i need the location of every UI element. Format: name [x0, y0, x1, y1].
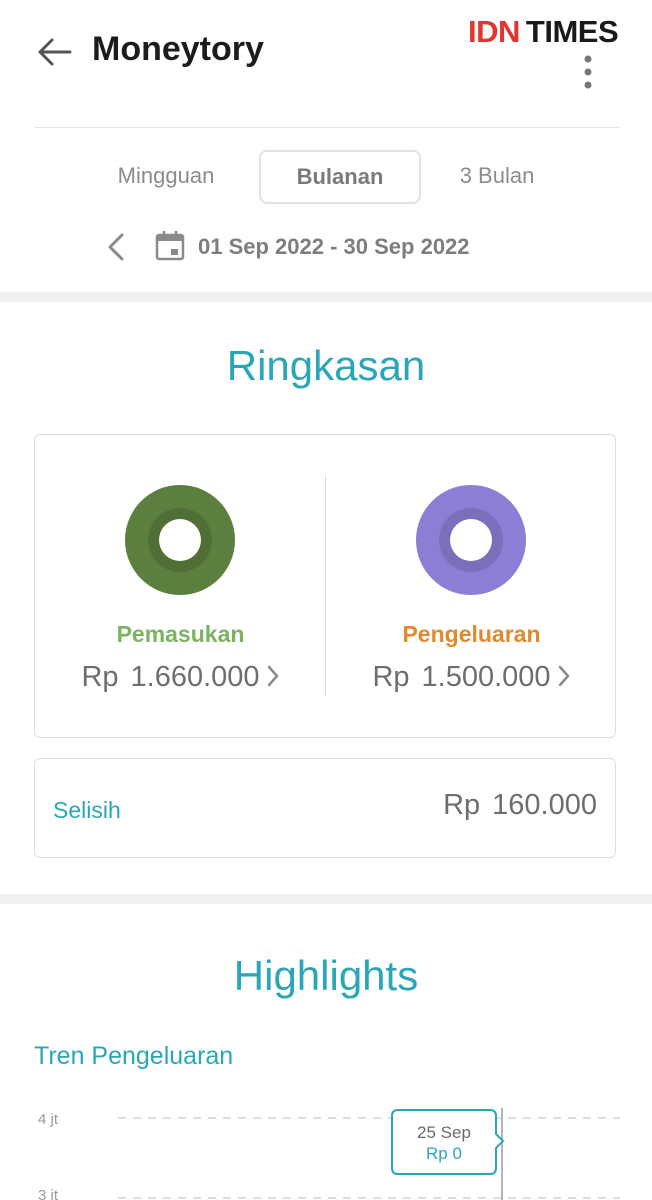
summary-title: Ringkasan — [226, 342, 426, 389]
difference-label: Selisih — [53, 797, 121, 823]
expense-label: Pengeluaran — [402, 621, 541, 647]
chart-tooltip: 25 Sep Rp 0 — [391, 1109, 505, 1175]
y-tick-label: 4 jt — [38, 1111, 59, 1128]
tab-mingguan[interactable]: Mingguan — [96, 150, 236, 202]
header-divider — [34, 127, 620, 128]
tab-3-bulan[interactable]: 3 Bulan — [434, 150, 560, 202]
tab-bulanan[interactable]: Bulanan — [259, 150, 421, 204]
section-separator — [0, 894, 652, 904]
income-label: Pemasukan — [116, 621, 245, 647]
page-title: Moneytory — [92, 30, 264, 68]
expense-trend-chart[interactable]: 4 jt 3 jt 25 Sep Rp 0 — [0, 1090, 652, 1200]
tooltip-value: Rp 0 — [426, 1144, 462, 1163]
date-range-selector: 01 Sep 2022 - 30 Sep 2022 — [0, 222, 652, 270]
tooltip-date: 25 Sep — [417, 1123, 471, 1142]
chevron-right-icon[interactable] — [557, 665, 571, 687]
more-vertical-icon[interactable] — [580, 54, 596, 90]
chart-title: Tren Pengeluaran — [34, 1042, 234, 1070]
difference-amount: Rp 160.000 — [443, 789, 597, 821]
arrow-left-icon[interactable] — [36, 36, 72, 68]
expense-donut-chart — [416, 485, 526, 595]
chevron-left-icon[interactable] — [104, 232, 128, 262]
date-range-text[interactable]: 01 Sep 2022 - 30 Sep 2022 — [198, 234, 470, 260]
highlights-title: Highlights — [233, 952, 419, 999]
summary-card: Pemasukan Pengeluaran Rp 1.660.000 Rp 1.50… — [34, 434, 616, 738]
expense-amount[interactable]: Rp 1.500.000 — [326, 661, 617, 694]
income-donut-chart — [125, 485, 235, 595]
calendar-icon[interactable] — [154, 230, 186, 262]
difference-card: Selisih Rp 160.000 — [34, 758, 616, 858]
income-amount[interactable]: Rp 1.660.000 — [35, 661, 326, 694]
app-header: Moneytory IDN TIMES — [0, 0, 652, 128]
watermark-logo: IDN TIMES — [468, 14, 619, 49]
section-separator — [0, 292, 652, 302]
chevron-right-icon[interactable] — [266, 665, 280, 687]
y-tick-label: 3 jt — [38, 1187, 59, 1200]
